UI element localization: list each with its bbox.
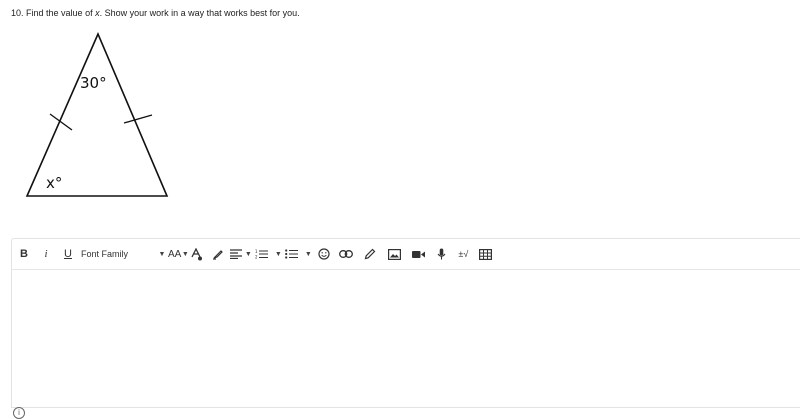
video-icon[interactable] xyxy=(406,244,430,264)
image-icon[interactable] xyxy=(382,244,406,264)
font-family-chevron-down-icon[interactable]: ▼ xyxy=(158,244,166,264)
numbered-list-icon[interactable]: 12 xyxy=(252,244,270,264)
numbered-list-chevron-down-icon[interactable]: ▼ xyxy=(274,244,282,264)
align-chevron-down-icon[interactable]: ▼ xyxy=(244,244,252,264)
bottom-angle-label: x° xyxy=(46,174,62,192)
svg-text:2: 2 xyxy=(255,255,258,260)
info-icon[interactable]: i xyxy=(13,407,25,419)
microphone-icon[interactable] xyxy=(430,244,452,264)
response-editor: B i U Font Family ▼ AA ▼ ▼ 12 ▼ ▼ ±√ xyxy=(11,238,800,408)
text-color-icon[interactable] xyxy=(189,244,205,264)
bullet-list-chevron-down-icon[interactable]: ▼ xyxy=(304,244,312,264)
font-size-chevron-down-icon[interactable]: ▼ xyxy=(181,244,189,264)
bold-button[interactable]: B xyxy=(17,244,31,264)
underline-button[interactable]: U xyxy=(61,244,75,264)
top-angle-label: 30° xyxy=(80,74,107,92)
font-family-dropdown[interactable]: Font Family xyxy=(81,244,157,264)
isosceles-triangle-figure: 30° x° xyxy=(25,31,169,197)
equation-button[interactable]: ±√ xyxy=(452,244,474,264)
editor-text-area[interactable] xyxy=(12,270,800,408)
bullet-list-icon[interactable] xyxy=(282,244,300,264)
font-size-label: AA xyxy=(168,248,182,260)
table-icon[interactable] xyxy=(474,244,496,264)
highlight-icon[interactable] xyxy=(208,244,228,264)
pen-icon[interactable] xyxy=(358,244,382,264)
right-side-tick-mark xyxy=(123,114,153,124)
align-icon[interactable] xyxy=(228,244,244,264)
triangle-outline xyxy=(25,31,169,197)
editor-toolbar: B i U Font Family ▼ AA ▼ ▼ 12 ▼ ▼ ±√ xyxy=(12,239,800,270)
left-side-tick-mark xyxy=(49,113,73,131)
font-size-button[interactable]: AA xyxy=(168,244,181,264)
italic-button[interactable]: i xyxy=(37,244,55,264)
svg-text:1: 1 xyxy=(255,249,258,254)
link-icon[interactable] xyxy=(334,244,358,264)
emoji-icon[interactable] xyxy=(314,244,334,264)
